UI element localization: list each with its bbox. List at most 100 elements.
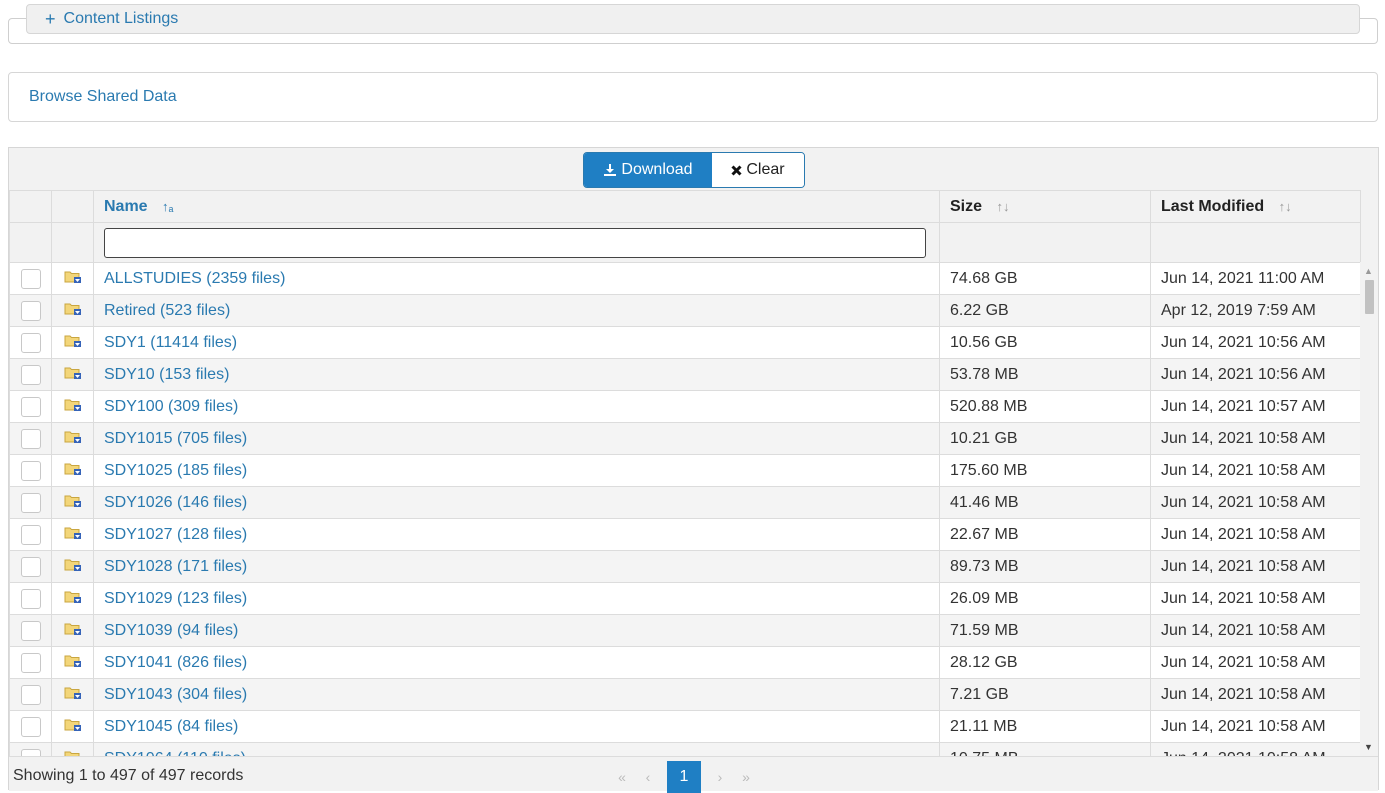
sort-icon: ↑↓ (1278, 198, 1292, 214)
file-name-link[interactable]: SDY1015 (705 files) (93, 422, 940, 455)
clear-button[interactable]: Clear (712, 153, 804, 187)
sort-ascending-icon: ↑⁠ₐ (162, 198, 174, 214)
table-row[interactable]: ALLSTUDIES (2359 files) 74.68 GB Jun 14, 2… (9, 262, 1360, 295)
table-row[interactable]: SDY1039 (94 files) 71.59 MB Jun 14, 2021 1… (9, 614, 1360, 647)
table-row[interactable]: SDY1028 (171 files) 89.73 MB Jun 14, 2021 … (9, 550, 1360, 583)
row-icon-cell (51, 422, 94, 455)
name-filter-input[interactable] (104, 227, 926, 258)
file-name-link[interactable]: SDY100 (309 files) (93, 390, 940, 423)
page-number-button[interactable]: 1 (667, 761, 701, 793)
folder-download-icon (64, 495, 81, 507)
close-icon (731, 164, 742, 176)
row-select-cell (9, 582, 52, 615)
table-row[interactable]: SDY1041 (826 files) 28.12 GB Jun 14, 2021 … (9, 646, 1360, 679)
file-name-link[interactable]: Retired (523 files) (93, 294, 940, 327)
file-name-link[interactable]: SDY1041 (826 files) (93, 646, 940, 679)
file-size: 175.60 MB (939, 454, 1151, 487)
folder-download-icon (64, 591, 81, 603)
row-checkbox[interactable] (20, 524, 41, 545)
row-checkbox[interactable] (20, 492, 41, 513)
table-row[interactable]: SDY1026 (146 files) 41.46 MB Jun 14, 2021 … (9, 486, 1360, 519)
row-checkbox[interactable] (20, 748, 41, 756)
file-name-link[interactable]: SDY1028 (171 files) (93, 550, 940, 583)
row-checkbox[interactable] (20, 684, 41, 705)
file-name-link[interactable]: SDY1039 (94 files) (93, 614, 940, 647)
file-size: 41.46 MB (939, 486, 1151, 519)
table-row[interactable]: SDY1043 (304 files) 7.21 GB Jun 14, 2021 1… (9, 678, 1360, 711)
file-name-link[interactable]: SDY1064 (110 files) (93, 742, 940, 756)
column-header-name[interactable]: Name ↑⁠ₐ (93, 190, 940, 223)
file-name-link[interactable]: SDY1 (11414 files) (93, 326, 940, 359)
header-select-cell (9, 190, 52, 223)
row-icon-cell (51, 390, 94, 423)
row-checkbox[interactable] (20, 716, 41, 737)
file-name-link[interactable]: SDY1029 (123 files) (93, 582, 940, 615)
scroll-down-arrow-icon[interactable]: ▼ (1364, 742, 1373, 752)
row-select-cell (9, 294, 52, 327)
download-icon (604, 164, 617, 176)
vertical-scrollbar[interactable]: ▲ ▼ (1360, 262, 1378, 756)
table-row[interactable]: SDY1015 (705 files) 10.21 GB Jun 14, 2021 … (9, 422, 1360, 455)
row-select-cell (9, 390, 52, 423)
row-checkbox[interactable] (20, 268, 41, 289)
row-checkbox[interactable] (20, 460, 41, 481)
content-listings-toggle[interactable]: + Content Listings (26, 4, 1360, 34)
last-page-icon[interactable]: » (733, 769, 759, 785)
file-size: 89.73 MB (939, 550, 1151, 583)
table-row[interactable]: SDY1045 (84 files) 21.11 MB Jun 14, 2021 1… (9, 710, 1360, 743)
folder-download-icon (64, 655, 81, 667)
row-checkbox[interactable] (20, 652, 41, 673)
table-row[interactable]: SDY1029 (123 files) 26.09 MB Jun 14, 2021 … (9, 582, 1360, 615)
row-select-cell (9, 486, 52, 519)
row-checkbox[interactable] (20, 396, 41, 417)
scroll-up-arrow-icon[interactable]: ▲ (1364, 266, 1373, 276)
scrollbar-thumb[interactable] (1365, 280, 1374, 314)
row-select-cell (9, 262, 52, 295)
table-row[interactable]: SDY100 (309 files) 520.88 MB Jun 14, 2021 … (9, 390, 1360, 423)
row-checkbox[interactable] (20, 300, 41, 321)
table-row[interactable]: SDY1027 (128 files) 22.67 MB Jun 14, 2021 … (9, 518, 1360, 551)
download-button[interactable]: Download (584, 153, 712, 187)
row-checkbox[interactable] (20, 556, 41, 577)
folder-download-icon (64, 335, 81, 347)
file-name-link[interactable]: SDY1025 (185 files) (93, 454, 940, 487)
row-checkbox[interactable] (20, 588, 41, 609)
next-page-icon[interactable]: › (707, 769, 733, 785)
previous-page-icon[interactable]: ‹ (635, 769, 661, 785)
table-row[interactable]: SDY1 (11414 files) 10.56 GB Jun 14, 2021 1… (9, 326, 1360, 359)
sort-icon: ↑↓ (996, 198, 1010, 214)
file-modified: Jun 14, 2021 10:58 AM (1150, 678, 1360, 711)
table-row[interactable]: SDY1025 (185 files) 175.60 MB Jun 14, 2021… (9, 454, 1360, 487)
grid-body-scroll[interactable]: ALLSTUDIES (2359 files) 74.68 GB Jun 14, 2… (9, 262, 1360, 756)
row-icon-cell (51, 646, 94, 679)
row-icon-cell (51, 550, 94, 583)
folder-download-icon (64, 687, 81, 699)
folder-download-icon (64, 271, 81, 283)
row-checkbox[interactable] (20, 332, 41, 353)
file-name-link[interactable]: SDY1043 (304 files) (93, 678, 940, 711)
records-count: Showing 1 to 497 of 497 records (13, 767, 244, 784)
row-checkbox[interactable] (20, 620, 41, 641)
browse-shared-data-link[interactable]: Browse Shared Data (29, 88, 177, 106)
plus-icon: + (45, 9, 56, 29)
file-modified: Jun 14, 2021 10:58 AM (1150, 582, 1360, 615)
file-name-link[interactable]: SDY1045 (84 files) (93, 710, 940, 743)
row-checkbox[interactable] (20, 428, 41, 449)
table-row[interactable]: SDY10 (153 files) 53.78 MB Jun 14, 2021 10… (9, 358, 1360, 391)
file-name-link[interactable]: SDY1026 (146 files) (93, 486, 940, 519)
row-select-cell (9, 358, 52, 391)
row-checkbox[interactable] (20, 364, 41, 385)
column-header-size[interactable]: Size ↑↓ (939, 190, 1151, 223)
row-select-cell (9, 742, 52, 756)
column-header-modified[interactable]: Last Modified ↑↓ (1150, 190, 1361, 223)
file-name-link[interactable]: SDY10 (153 files) (93, 358, 940, 391)
first-page-icon[interactable]: « (609, 769, 635, 785)
file-name-link[interactable]: ALLSTUDIES (2359 files) (93, 262, 940, 295)
file-name-link[interactable]: SDY1027 (128 files) (93, 518, 940, 551)
table-row[interactable]: SDY1064 (110 files)10.75 MBJun 14, 2021 … (9, 742, 1360, 756)
table-row[interactable]: Retired (523 files) 6.22 GB Apr 12, 2019 7… (9, 294, 1360, 327)
filter-blank-cell (939, 222, 1151, 263)
file-modified: Jun 14, 2021 10:58 AM (1150, 454, 1360, 487)
folder-download-icon (64, 719, 81, 731)
row-icon-cell (51, 678, 94, 711)
